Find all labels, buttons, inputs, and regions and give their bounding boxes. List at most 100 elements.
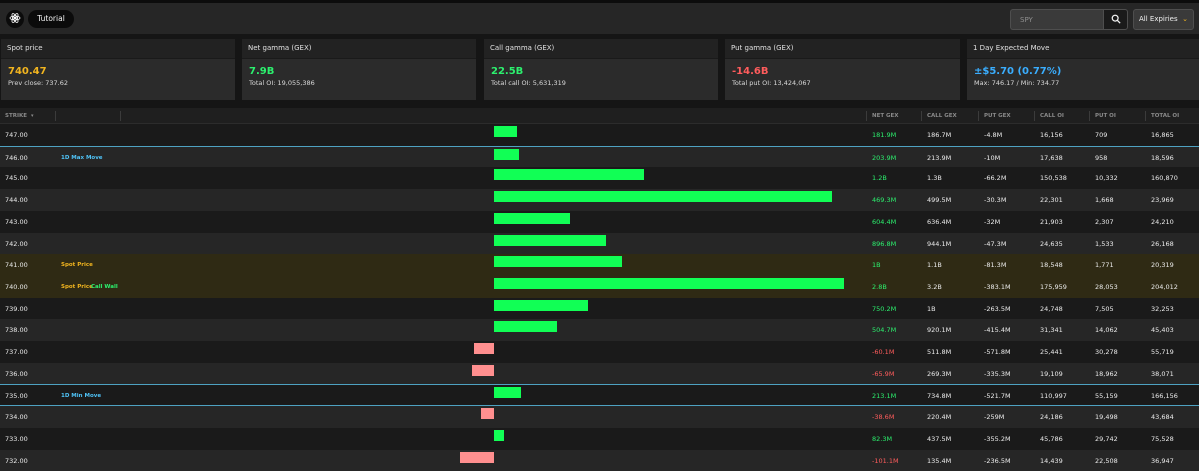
put-gex-cell: -10M: [984, 153, 1001, 162]
table-row[interactable]: 743.00 604.4M 636.4M -32M 21,903 2,307 24,210: [0, 210, 1199, 233]
net-gex-cell: -101.1M: [872, 456, 899, 465]
put-gex-cell: -259M: [984, 413, 1005, 422]
tutorial-button[interactable]: Tutorial: [28, 10, 74, 28]
table-row[interactable]: 736.00 -65.9M 269.3M -335.3M 19,109 18,962 38,…: [0, 362, 1199, 385]
strike-cell: 740.00: [5, 282, 28, 291]
put-gex-cell: -571.8M: [984, 348, 1011, 356]
strike-cell: 733.00: [5, 434, 28, 443]
net-gex-cell: 213.1M: [872, 392, 897, 401]
call-gex-cell: 437.5M: [927, 434, 952, 443]
call-oi-cell: 150,538: [1040, 174, 1067, 183]
put-oi-cell: 1,771: [1095, 261, 1114, 270]
put-gex-cell: -4.8M: [984, 131, 1003, 139]
table-row[interactable]: 741.00 Spot Price 1B 1.1B -81.3M 18,548 1,771 2…: [0, 254, 1199, 277]
column-header-put-oi[interactable]: PUT OI: [1095, 108, 1116, 124]
put-gex-cell: -521.7M: [984, 392, 1011, 401]
put-oi-cell: 1,533: [1095, 239, 1114, 248]
net-gex-cell: 1.2B: [872, 174, 887, 183]
put-oi-cell: 22,508: [1095, 456, 1118, 465]
net-gex-cell: 896.8M: [872, 239, 897, 248]
table-row[interactable]: 732.00 -101.1M 135.4M -236.5M 14,439 22,508 36…: [0, 449, 1199, 471]
net-gex-bar: [494, 321, 558, 333]
net-gex-bar: [494, 277, 844, 289]
total-oi-cell: 166,156: [1151, 392, 1178, 401]
table-row[interactable]: 740.00 Spot Price Call Wall 2.8B 3.2B -383.1M…: [0, 275, 1199, 298]
table-row[interactable]: 739.00 750.2M 1B -263.5M 24,748 7,505 32,253: [0, 297, 1199, 320]
ticker-search-input[interactable]: [1010, 9, 1103, 30]
column-separator: [921, 111, 922, 121]
net-gex-bar: [494, 299, 588, 311]
call-oi-cell: 21,903: [1040, 217, 1063, 226]
table-row[interactable]: 745.00 1.2B 1.3B -66.2M 150,538 10,332 160,870: [0, 167, 1199, 190]
call-gex-cell: 269.3M: [927, 369, 952, 378]
column-header-strike[interactable]: STRIKE ▾: [5, 108, 33, 124]
call-oi-cell: 22,301: [1040, 196, 1063, 205]
column-header-call-oi[interactable]: CALL OI: [1040, 108, 1064, 124]
table-row[interactable]: 744.00 469.3M 499.5M -30.3M 22,301 1,668 23,96…: [0, 189, 1199, 212]
strike-cell: 745.00: [5, 174, 28, 183]
card-title: Net gamma (GEX): [242, 39, 476, 59]
put-gex-cell: -32M: [984, 217, 1001, 226]
put-gex-cell: -47.3M: [984, 239, 1007, 248]
net-gex-bar: [494, 234, 607, 246]
column-separator: [55, 111, 56, 121]
net-gex-cell: 203.9M: [872, 153, 897, 162]
search-icon: [1111, 14, 1121, 26]
column-header-call-gex[interactable]: CALL GEX: [927, 108, 957, 124]
strike-cell: 734.00: [5, 413, 28, 422]
put-gex-cell: -263.5M: [984, 304, 1011, 313]
table-row[interactable]: 734.00 -38.6M 220.4M -259M 24,186 19,498 43,68…: [0, 406, 1199, 429]
card-value: 7.9B: [249, 66, 275, 77]
card-value: ±$5.70 (0.77%): [974, 66, 1062, 77]
top-bar: Tutorial All Expiries ⌄: [0, 3, 1199, 34]
call-gex-cell: 944.1M: [927, 239, 952, 248]
table-row[interactable]: 747.00 181.9M 186.7M -4.8M 16,156 709 16,865: [0, 124, 1199, 146]
table-row[interactable]: 735.00 1D Min Move 213.1M 734.8M -521.7M 110,…: [0, 384, 1199, 407]
total-oi-cell: 32,253: [1151, 304, 1174, 313]
call-gex-cell: 511.8M: [927, 348, 952, 356]
card-put-gamma: Put gamma (GEX) -14.6B Total put OI: 13,…: [725, 39, 960, 100]
level-tag: Call Wall: [91, 283, 118, 290]
column-header-put-gex[interactable]: PUT GEX: [984, 108, 1011, 124]
summary-cards: Spot price 740.47 Prev close: 737.62 Net…: [0, 34, 1199, 108]
logo-button[interactable]: [6, 10, 24, 28]
call-gex-cell: 186.7M: [927, 131, 952, 139]
table-row[interactable]: 737.00 -60.1M 511.8M -571.8M 25,441 30,278 55,…: [0, 341, 1199, 363]
search-button[interactable]: [1103, 9, 1128, 30]
put-oi-cell: 30,278: [1095, 348, 1118, 356]
net-gex-cell: 504.7M: [872, 326, 897, 335]
put-gex-cell: -236.5M: [984, 456, 1011, 465]
net-gex-cell: 750.2M: [872, 304, 897, 313]
put-oi-cell: 19,498: [1095, 413, 1118, 422]
put-oi-cell: 55,159: [1095, 392, 1118, 401]
card-subtext: Prev close: 737.62: [8, 79, 68, 87]
put-oi-cell: 10,332: [1095, 174, 1118, 183]
net-gex-bar: [471, 364, 494, 376]
column-separator: [1145, 111, 1146, 121]
put-gex-cell: -335.3M: [984, 369, 1011, 378]
call-gex-cell: 220.4M: [927, 413, 952, 422]
total-oi-cell: 45,403: [1151, 326, 1174, 335]
call-oi-cell: 25,441: [1040, 348, 1063, 356]
card-subtext: Total call OI: 5,631,319: [491, 79, 566, 87]
atom-icon: [9, 12, 21, 26]
call-oi-cell: 24,186: [1040, 413, 1063, 422]
table-row[interactable]: 742.00 896.8M 944.1M -47.3M 24,635 1,533 26,16…: [0, 232, 1199, 255]
strike-cell: 741.00: [5, 261, 28, 270]
table-row[interactable]: 738.00 504.7M 920.1M -415.4M 31,341 14,062 45,…: [0, 319, 1199, 342]
column-header-total-oi[interactable]: TOTAL OI: [1151, 108, 1179, 124]
net-gex-cell: 2.8B: [872, 282, 887, 291]
call-gex-cell: 135.4M: [927, 456, 952, 465]
table-header: STRIKE ▾ NET GEX CALL GEX PUT GEX CALL O…: [0, 108, 1199, 124]
level-tag: Spot Price: [61, 283, 93, 290]
call-gex-cell: 1.3B: [927, 174, 942, 183]
table-row[interactable]: 746.00 1D Max Move 203.9M 213.9M -10M 17,638 9…: [0, 145, 1199, 168]
put-gex-cell: -81.3M: [984, 261, 1007, 270]
expiry-select[interactable]: All Expiries ⌄: [1133, 9, 1194, 30]
card-expected-move: 1 Day Expected Move ±$5.70 (0.77%) Max: …: [967, 39, 1199, 100]
column-separator: [866, 111, 867, 121]
net-gex-bar: [494, 148, 520, 160]
table-row[interactable]: 733.00 82.3M 437.5M -355.2M 45,786 29,742 75,5…: [0, 427, 1199, 450]
column-header-net-gex[interactable]: NET GEX: [872, 108, 899, 124]
put-oi-cell: 2,307: [1095, 217, 1114, 226]
